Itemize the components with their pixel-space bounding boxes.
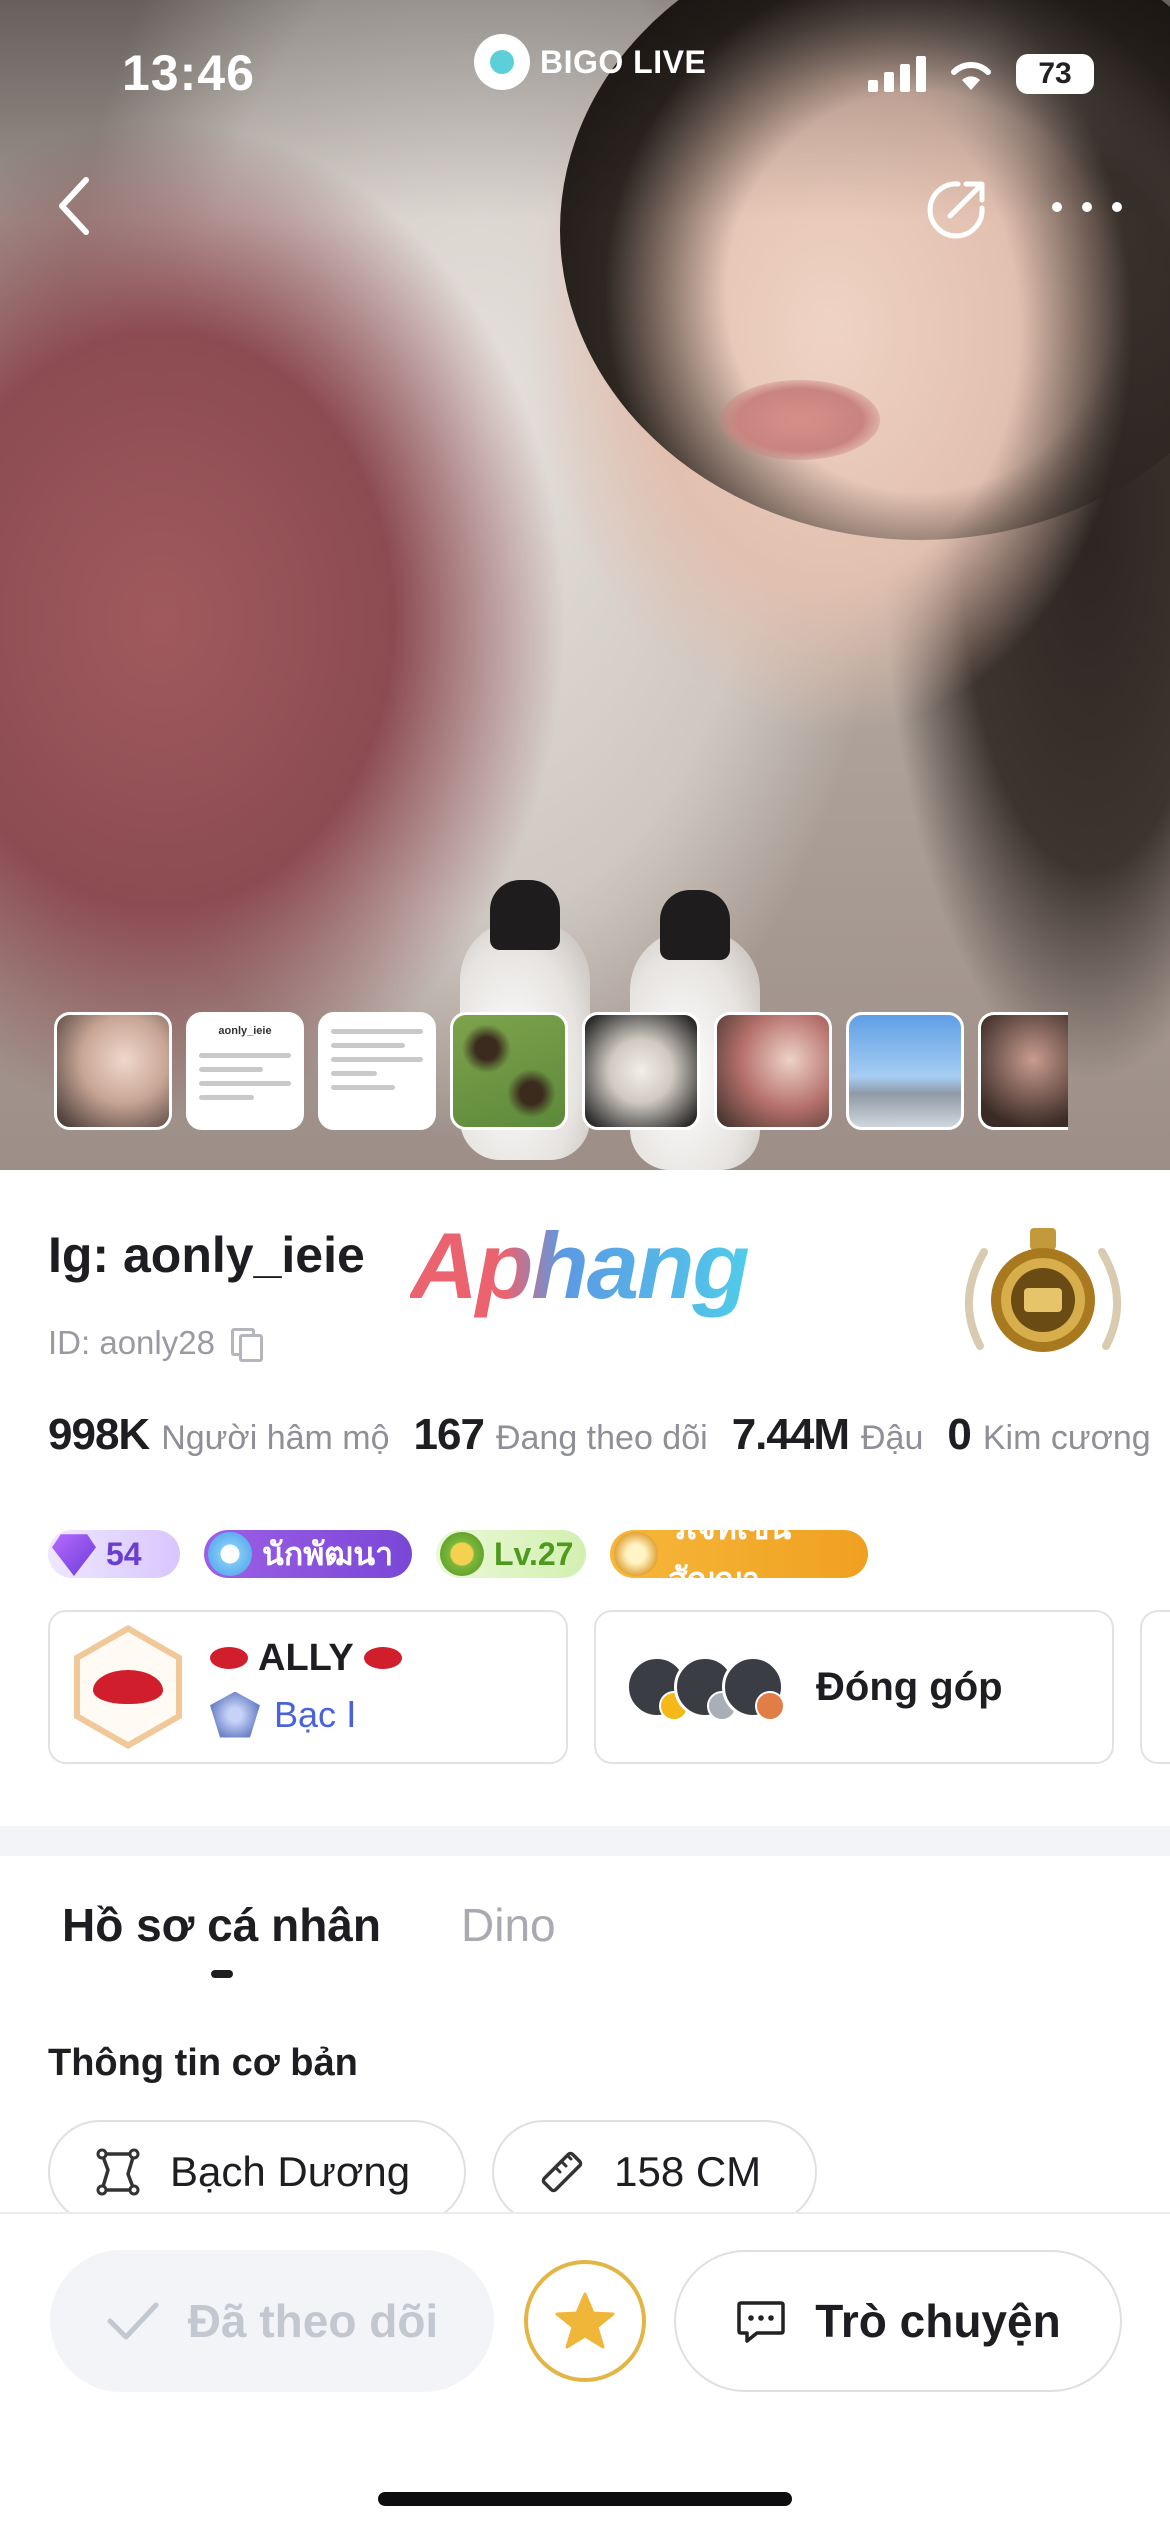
checkmark-icon [107, 2302, 159, 2340]
home-indicator[interactable] [378, 2492, 792, 2506]
zodiac-shape-icon [96, 2148, 140, 2196]
rank-icon [210, 1691, 260, 1738]
cover-photo[interactable]: 13:46 BIGO LIVE 73 aonly_ieie [0, 0, 1170, 1170]
bottom-action-bar: Đã theo dõi Trò chuyện [0, 2212, 1170, 2532]
contributor-rank-3-icon [722, 1656, 785, 1721]
fans-count[interactable]: 998K [48, 1410, 150, 1460]
family-name: ALLY [258, 1636, 354, 1679]
height-value: 158 CM [614, 2148, 762, 2195]
more-options-button[interactable] [1052, 182, 1122, 232]
developer-badge[interactable]: นักพัฒนา [204, 1530, 412, 1578]
tab-profile[interactable]: Hồ sơ cá nhân [62, 1898, 381, 1952]
section-divider [0, 1826, 1170, 1856]
dot-icon [1052, 202, 1062, 212]
zodiac-chip: Bạch Dương [48, 2120, 467, 2224]
contribution-label: Đóng góp [816, 1664, 1003, 1709]
hero-top-gradient [0, 0, 1170, 220]
profile-stats: 998K Người hâm mộ 167 Đang theo dõi 7.44… [48, 1410, 1170, 1460]
chat-button[interactable]: Trò chuyện [674, 2250, 1122, 2392]
contract-vj-label: วีเจที่เซ็นสัญญา [668, 1510, 792, 1597]
kiss-icon [210, 1647, 248, 1669]
height-chip: 158 CM [492, 2120, 818, 2224]
fans-label[interactable]: Người hâm mộ [161, 1419, 389, 1458]
app-brand-label: BIGO LIVE [540, 43, 707, 80]
app-brand: BIGO LIVE [474, 34, 706, 90]
thumbnail-text-lines [199, 1053, 291, 1109]
copy-icon[interactable] [230, 1328, 263, 1362]
chat-button-label: Trò chuyện [815, 2295, 1061, 2347]
diamonds-label: Kim cương [982, 1419, 1151, 1457]
diamond-icon [52, 1534, 96, 1576]
profile-tabs: Hồ sơ cá nhân Dino [62, 1898, 556, 1952]
thumbnail-white-cat[interactable] [582, 1012, 700, 1130]
badge-row: 54 นักพัฒนา Lv.27 วีเจที่เซ็นสัญญา [48, 1510, 868, 1597]
developer-icon [208, 1532, 252, 1576]
user-id: ID: aonly28 [48, 1324, 215, 1361]
chevron-left-icon [59, 177, 89, 235]
info-cards: ALLY Bạc Ⅰ Đóng góp [48, 1610, 1170, 1764]
more-card-peek[interactable] [1140, 1610, 1170, 1764]
status-indicators: 73 [868, 54, 1094, 94]
following-count[interactable]: 167 [414, 1410, 485, 1460]
following-label[interactable]: Đang theo dõi [496, 1419, 708, 1458]
back-button[interactable] [44, 166, 104, 246]
tab-dino[interactable]: Dino [461, 1898, 556, 1952]
following-button-label: Đã theo dõi [187, 2295, 439, 2347]
thumbnail-photo[interactable] [714, 1012, 832, 1130]
anniversary-medal-icon[interactable] [950, 1226, 1136, 1372]
thumbnail-profile-screenshot[interactable]: aonly_ieie [186, 1012, 304, 1130]
diamonds-count: 0 [947, 1410, 972, 1459]
thumbnail-note-title: aonly_ieie [218, 1025, 272, 1037]
beans-count: 7.44M [731, 1410, 850, 1459]
basic-info-chips: Bạch Dương 158 CM [48, 2120, 818, 2224]
coin-icon [440, 1532, 484, 1576]
watermark-logo: Aphang [410, 1213, 750, 1318]
thumbnail-note-screenshot[interactable] [318, 1012, 436, 1130]
cellular-signal-icon [868, 56, 926, 92]
following-button[interactable]: Đã theo dõi [50, 2250, 494, 2392]
user-level-badge[interactable]: 54 [48, 1530, 180, 1578]
profile-name: Ig: aonly_ieie [48, 1227, 365, 1283]
lips-icon [93, 1670, 163, 1704]
star-icon [555, 2292, 615, 2349]
dot-icon [1082, 202, 1092, 212]
top-contributors [626, 1656, 785, 1721]
dot-icon [1112, 202, 1122, 212]
host-level-label: Lv.27 [494, 1535, 574, 1572]
thumbnail-photo[interactable] [54, 1012, 172, 1130]
status-time: 13:46 [122, 45, 255, 101]
family-emblem-icon [74, 1625, 182, 1749]
trophy-icon [614, 1532, 658, 1576]
host-level-badge[interactable]: Lv.27 [436, 1530, 586, 1578]
zodiac-value: Bạch Dương [170, 2148, 411, 2195]
developer-badge-label: นักพัฒนา [262, 1535, 394, 1572]
contribution-card[interactable]: Đóng góp [594, 1610, 1114, 1764]
thumbnail-riverside[interactable] [846, 1012, 964, 1130]
thumbnail-text-lines [331, 1029, 423, 1099]
family-rank: Bạc Ⅰ [274, 1693, 357, 1735]
chat-bubble-icon [737, 2301, 786, 2343]
bigo-logo-icon [474, 34, 530, 90]
favorite-button[interactable] [524, 2260, 646, 2382]
family-card[interactable]: ALLY Bạc Ⅰ [48, 1610, 568, 1764]
wifi-icon [951, 61, 991, 90]
contract-vj-badge[interactable]: วีเจที่เซ็นสัญญา [610, 1510, 868, 1597]
kiss-icon [363, 1647, 402, 1669]
thumbnail-photo[interactable] [978, 1012, 1068, 1130]
ruler-icon [541, 2151, 583, 2193]
user-level-value: 54 [106, 1535, 142, 1572]
beans-label: Đậu [860, 1419, 924, 1457]
photo-thumbnail-strip: aonly_ieie [54, 1012, 1068, 1130]
battery-indicator: 73 [1016, 54, 1094, 94]
hero-lips-highlight [720, 380, 880, 460]
share-button[interactable] [922, 174, 992, 244]
thumbnail-cats[interactable] [450, 1012, 568, 1130]
user-id-row: ID: aonly28 [48, 1324, 263, 1362]
basic-info-heading: Thông tin cơ bản [48, 2042, 358, 2084]
